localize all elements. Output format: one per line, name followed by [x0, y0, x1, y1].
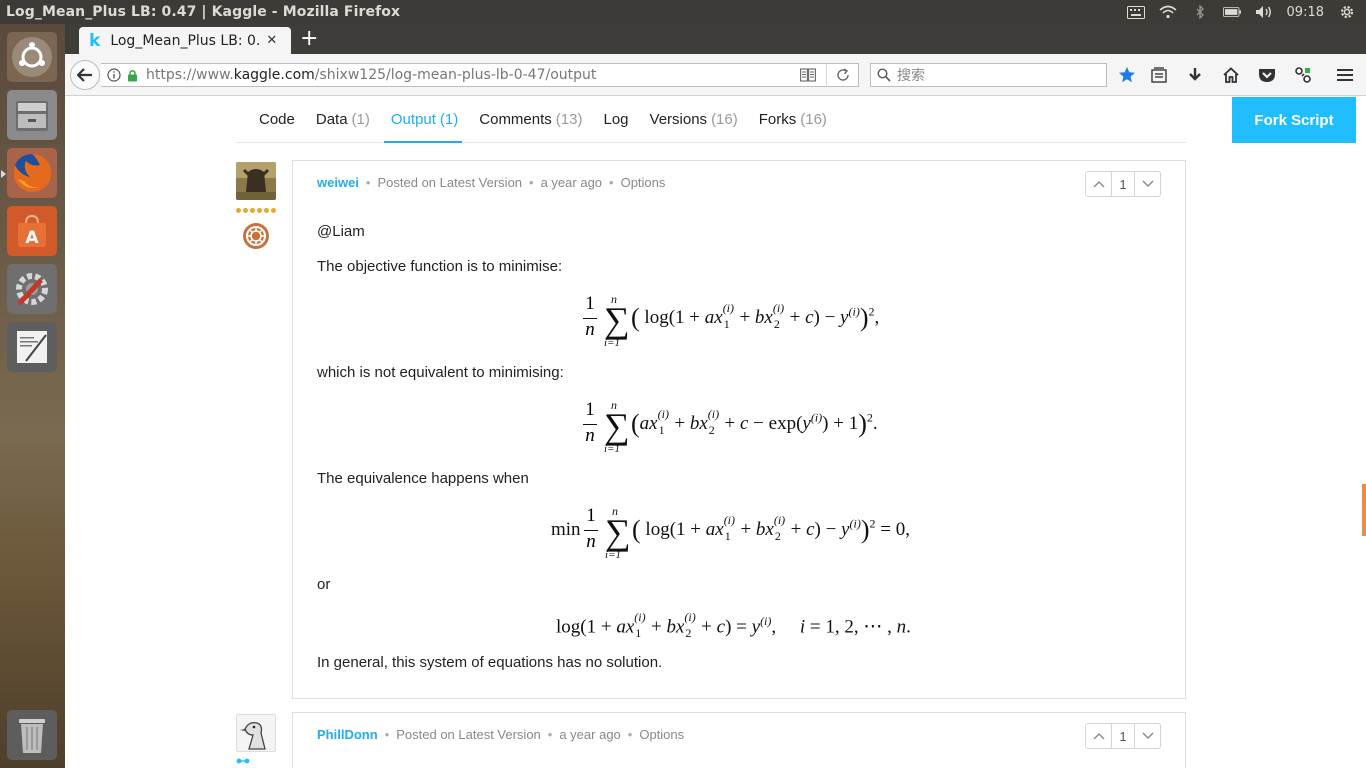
downvote-button[interactable]	[1135, 724, 1160, 748]
paragraph-5: In general, this system of equations has…	[317, 654, 663, 671]
chevron-up-icon	[1093, 181, 1104, 188]
tab-code[interactable]: Code	[259, 97, 295, 143]
upvote-button[interactable]	[1086, 172, 1111, 196]
lock-icon	[127, 69, 138, 82]
new-tab-icon[interactable]: +	[300, 28, 318, 50]
url-scheme: https://www.	[146, 67, 234, 83]
chevron-down-icon	[1142, 732, 1153, 739]
avatar[interactable]	[236, 714, 276, 752]
vote-count: 1	[1111, 172, 1135, 196]
tab-versions[interactable]: Versions (16)	[650, 97, 738, 143]
comment-meta: weiwei • Posted on Latest Version • a ye…	[317, 175, 666, 190]
tab-title: Log_Mean_Plus LB: 0.47	[110, 32, 261, 49]
paragraph-3: The equivalence happens when	[317, 470, 529, 487]
tab-log[interactable]: Log	[603, 97, 628, 143]
hamburger-menu-icon[interactable]	[1336, 66, 1354, 84]
contributor-badge-icon	[242, 222, 270, 250]
url-host: kaggle.com	[233, 67, 315, 83]
comment-card: PhillDonn • Posted on Latest Version • a…	[292, 712, 1186, 768]
options-link[interactable]: Options	[621, 175, 666, 190]
bookmarks-menu-icon[interactable]	[1150, 66, 1168, 84]
navigation-bar: https://www. kaggle.com/shixw125/log-mean…	[65, 54, 1366, 96]
tab-bar: k Log_Mean_Plus LB: 0.47 ✕ +	[65, 24, 1366, 54]
paragraph-1: The objective function is to minimise:	[317, 258, 563, 275]
battery-icon[interactable]	[1222, 5, 1241, 19]
comment-time: a year ago	[540, 175, 603, 190]
comment-card: weiwei • Posted on Latest Version • a ye…	[292, 160, 1186, 699]
paragraph-4: or	[317, 576, 331, 593]
active-app-indicator	[1, 170, 6, 178]
files-icon[interactable]	[7, 90, 57, 140]
keyboard-icon[interactable]	[1126, 5, 1145, 19]
system-tray: 09:18	[1126, 5, 1366, 20]
avatar[interactable]	[236, 162, 276, 200]
tab-output[interactable]: Output (1)	[383, 97, 463, 143]
tab-comments[interactable]: Comments (13)	[479, 97, 582, 143]
text-editor-icon[interactable]	[7, 322, 57, 372]
search-bar[interactable]: 搜索	[870, 63, 1107, 87]
chevron-down-icon	[1142, 180, 1153, 187]
software-center-icon[interactable]: A	[7, 206, 57, 256]
tab-data[interactable]: Data (1)	[316, 97, 370, 143]
trash-icon[interactable]	[7, 710, 57, 760]
bookmark-star-icon[interactable]	[1118, 66, 1136, 84]
wifi-icon[interactable]	[1159, 5, 1177, 19]
upvote-button[interactable]	[1086, 724, 1111, 748]
downvote-button[interactable]	[1135, 172, 1160, 196]
reader-view-icon[interactable]	[800, 68, 816, 86]
comment-author-link[interactable]: weiwei	[317, 175, 359, 190]
pocket-icon[interactable]	[1258, 66, 1276, 84]
bluetooth-icon[interactable]	[1191, 5, 1209, 19]
page-viewport: Code Data (1) Output (1) Comments (13) Log …	[65, 97, 1366, 768]
chevron-up-icon	[1093, 733, 1104, 740]
equation-4: log(1 + ax (i) 1 + bx (i) 2 + c) = y(i), i =…	[556, 610, 911, 641]
url-bar[interactable]: https://www. kaggle.com/shixw125/log-mean…	[101, 63, 859, 87]
arrow-left-icon	[77, 68, 92, 82]
info-icon[interactable]	[107, 68, 121, 82]
download-icon[interactable]	[1186, 66, 1204, 84]
ubuntu-dash-icon[interactable]	[7, 32, 57, 82]
options-link[interactable]: Options	[639, 727, 684, 742]
close-tab-icon[interactable]: ✕	[266, 33, 277, 48]
system-settings-icon[interactable]	[7, 264, 57, 314]
browser-tab[interactable]: k Log_Mean_Plus LB: 0.47 ✕	[79, 27, 291, 54]
equation-3: min 1 n n ∑ i=1 ( log(1 + ax (i) 1 + bx (i)…	[551, 504, 910, 561]
comment-meta: PhillDonn • Posted on Latest Version • a…	[317, 727, 685, 742]
paragraph-2: which is not equivalent to minimising:	[317, 364, 564, 381]
mention-text: @Liam	[317, 223, 365, 240]
search-icon	[877, 68, 891, 82]
vote-count: 1	[1111, 724, 1135, 748]
kaggle-favicon-icon: k	[89, 30, 101, 51]
search-placeholder: 搜索	[897, 68, 925, 84]
unity-launcher: A	[0, 24, 65, 768]
fork-script-button[interactable]: Fork Script	[1232, 97, 1356, 143]
posted-version[interactable]: Posted on Latest Version	[377, 175, 522, 190]
posted-version[interactable]: Posted on Latest Version	[396, 727, 541, 742]
back-button[interactable]	[70, 60, 100, 90]
tier-dots	[236, 208, 276, 213]
vote-control: 1	[1085, 723, 1161, 749]
clock[interactable]: 09:18	[1287, 5, 1324, 20]
tier-dots	[236, 758, 252, 764]
volume-icon[interactable]	[1255, 5, 1273, 19]
scroll-position-marker[interactable]	[1362, 484, 1366, 536]
comment-author-link[interactable]: PhillDonn	[317, 727, 378, 742]
top-panel: Log_Mean_Plus LB: 0.47 | Kaggle - Mozill…	[0, 0, 1366, 24]
settings-gear-icon[interactable]	[1338, 5, 1356, 19]
reload-icon[interactable]	[836, 68, 850, 86]
kernel-tabs: Code Data (1) Output (1) Comments (13) Log …	[236, 97, 1356, 143]
equation-2: 1 n n ∑ i=1 (ax (i) 1 + bx (i) 2 + c − exp(y…	[583, 398, 903, 459]
url-path: /shixw125/log-mean-plus-lb-0-47/output	[314, 67, 597, 83]
tab-forks[interactable]: Forks (16)	[759, 97, 827, 143]
comment-time: a year ago	[559, 727, 621, 742]
window-title: Log_Mean_Plus LB: 0.47 | Kaggle - Mozill…	[6, 4, 401, 20]
equation-1: 1 n n ∑ i=1 ( log(1 + ax (i) 1 + bx (i) 2 + …	[583, 292, 903, 353]
extension-icon[interactable]	[1294, 66, 1312, 84]
vote-control: 1	[1085, 171, 1161, 197]
home-icon[interactable]	[1222, 66, 1240, 84]
svg-text:A: A	[25, 228, 39, 248]
firefox-icon[interactable]	[7, 148, 57, 198]
